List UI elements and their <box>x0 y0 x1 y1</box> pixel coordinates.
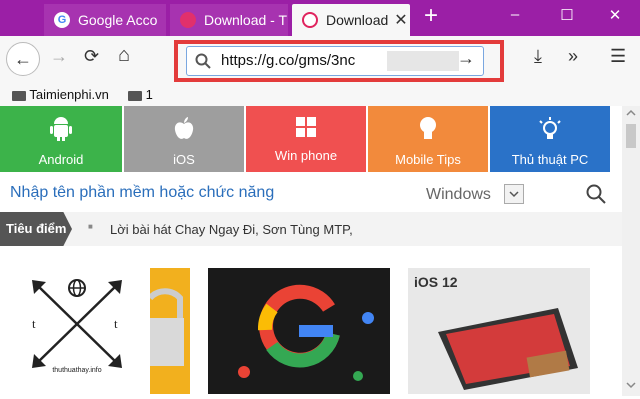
ticker: Tiêu điểm ■ Lời bài hát Chay Ngay Đi, Sơ… <box>0 212 622 246</box>
platform-select[interactable]: Windows <box>426 186 491 204</box>
search-icon[interactable] <box>586 184 606 204</box>
search-input[interactable]: Nhập tên phần mềm hoặc chức năng <box>10 184 274 202</box>
chevron-down-icon <box>509 191 519 198</box>
tab-label: Download - T <box>204 12 288 28</box>
platform-dropdown[interactable] <box>504 184 524 204</box>
close-window-button[interactable]: ✕ <box>600 6 630 24</box>
ios-12-text: iOS 12 <box>414 274 458 290</box>
logo-t-right: t <box>114 316 118 331</box>
overflow-button[interactable]: » <box>568 46 578 67</box>
bookmark-label: Taimienphi.vn <box>29 87 109 102</box>
bookmark-folder-1[interactable]: 1 <box>128 87 153 102</box>
android-icon <box>0 116 122 148</box>
back-button[interactable]: ← <box>6 42 40 76</box>
tab-download-1[interactable]: Download - T <box>170 4 288 36</box>
home-button[interactable]: ⌂ <box>118 44 130 67</box>
folder-icon <box>128 90 142 101</box>
tile-thu-thuat-pc[interactable]: Thủ thuật PC <box>490 106 610 172</box>
tile-mobile-tips[interactable]: Mobile Tips <box>368 106 488 172</box>
maximize-button[interactable]: ☐ <box>552 6 582 24</box>
ticker-label: Tiêu điểm <box>0 212 72 246</box>
minimize-button[interactable]: – <box>500 6 530 23</box>
bookmark-taimienphi[interactable]: Taimienphi.vn <box>12 87 109 102</box>
go-arrow-icon[interactable]: → <box>457 48 475 69</box>
close-tab-icon[interactable]: ✕ <box>394 10 407 30</box>
folder-icon <box>12 90 26 101</box>
bookmarks-bar: Taimienphi.vn 1 <box>0 82 640 106</box>
lightbulb-icon <box>490 116 610 148</box>
tile-label: Mobile Tips <box>395 152 461 167</box>
url-bar[interactable]: https://g.co/gms/3nc → <box>186 46 484 76</box>
url-redaction <box>387 51 459 71</box>
thumb-google[interactable] <box>208 268 390 394</box>
search-icon <box>195 53 211 69</box>
tile-label: Win phone <box>274 148 338 163</box>
tile-label: iOS <box>173 152 195 167</box>
tab-favicon <box>180 12 196 28</box>
category-tiles: Android iOS Win phone Mobile Tips Thủ th… <box>0 106 622 172</box>
tab-google-account[interactable]: G Google Acco <box>44 4 166 36</box>
scroll-down-icon[interactable] <box>622 378 640 392</box>
tab-favicon <box>302 12 318 28</box>
logo-t-left: t <box>32 316 36 331</box>
scrollbar[interactable] <box>622 106 640 396</box>
apple-icon <box>124 116 244 148</box>
url-text[interactable]: https://g.co/gms/3nc <box>221 52 355 69</box>
download-button[interactable]: ⤓ <box>534 46 542 67</box>
title-bar: G Google Acco Download - T Download ✕ + … <box>0 0 640 36</box>
new-tab-button[interactable]: + <box>416 2 446 30</box>
scroll-up-icon[interactable] <box>622 106 640 120</box>
tile-win-phone[interactable]: Win phone <box>246 106 366 172</box>
ticker-bullet: ■ <box>88 222 93 231</box>
padlock-icon <box>147 288 184 366</box>
tile-label: Android <box>38 152 84 167</box>
logo-site: thuthuathay.info <box>52 367 101 374</box>
bookmark-label: 1 <box>145 87 153 102</box>
tile-ios[interactable]: iOS <box>124 106 244 172</box>
thuthuathay-logo: t t thuthuathay.info <box>32 279 122 374</box>
tab-download-active[interactable]: Download ✕ <box>292 4 410 36</box>
scroll-thumb[interactable] <box>626 124 636 148</box>
bulb-icon <box>368 116 488 148</box>
tab-label: Download <box>326 12 389 28</box>
menu-button[interactable]: ☰ <box>610 46 626 67</box>
reload-button[interactable]: ⟳ <box>84 46 99 67</box>
tile-android[interactable]: Android <box>0 106 122 172</box>
tab-label: Google Acco <box>78 12 158 28</box>
tile-label: Thủ thuật PC <box>511 152 589 167</box>
thumb-lock[interactable] <box>147 268 190 394</box>
google-icon: G <box>54 12 70 28</box>
forward-button[interactable]: → <box>50 46 68 67</box>
ticker-headline[interactable]: Lời bài hát Chay Ngay Đi, Sơn Tùng MTP, <box>110 222 353 237</box>
google-logo-icon <box>238 284 374 381</box>
site-search: Nhập tên phần mềm hoặc chức năng Windows <box>0 172 622 212</box>
thumb-ios12[interactable]: iOS 12 <box>408 268 590 394</box>
windows-icon <box>246 116 366 144</box>
